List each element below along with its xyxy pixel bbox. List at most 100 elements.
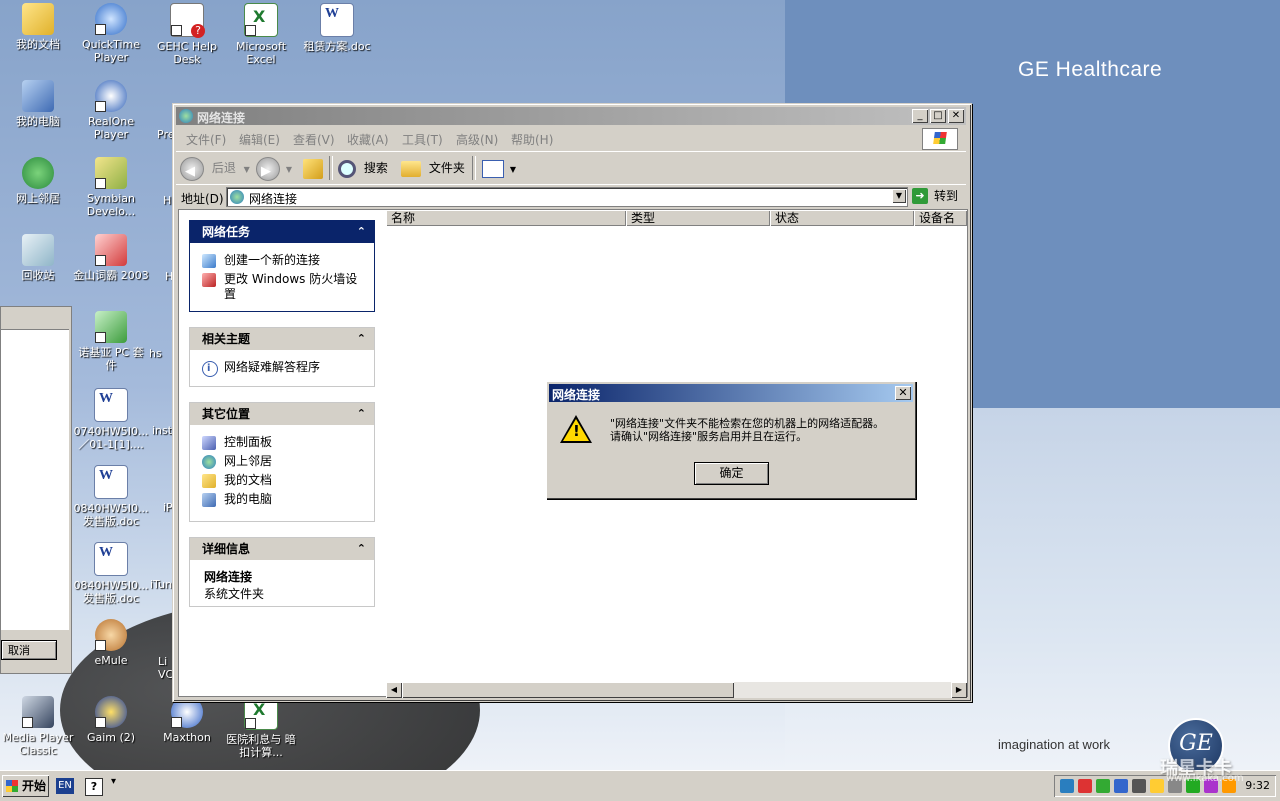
windows-flag-icon — [6, 780, 18, 792]
clock[interactable]: 9:32 — [1245, 779, 1270, 792]
address-label: 地址(D) — [181, 192, 224, 206]
desktop-icon-lease-doc[interactable]: 租赁方案.doc — [299, 3, 375, 53]
my-computer-icon — [202, 493, 216, 507]
menu-help[interactable]: 帮助(H) — [511, 131, 553, 148]
menu-view[interactable]: 查看(V) — [293, 131, 335, 148]
place-label: 我的电脑 — [224, 492, 273, 506]
desktop-icon-symbian[interactable]: Symbian Develo... — [73, 157, 149, 218]
other-places-header[interactable]: 其它位置 ⌃ — [190, 403, 374, 425]
language-indicator[interactable]: EN — [56, 778, 74, 794]
tray-app-icon[interactable] — [1114, 779, 1128, 793]
column-header-name[interactable]: 名称 — [386, 210, 626, 226]
place-network-neighborhood[interactable]: 网上邻居 — [202, 454, 366, 469]
desktop-icon-emule[interactable]: eMule — [73, 619, 149, 667]
word-doc-icon — [320, 3, 354, 37]
desktop-icon-my-computer[interactable]: 我的电脑 — [0, 80, 76, 128]
desktop-icon-network-places[interactable]: 网上邻居 — [0, 157, 76, 205]
start-label: 开始 — [22, 779, 47, 793]
forward-button[interactable]: ▶ ▼ — [256, 156, 292, 181]
network-tasks-panel: 网络任务 ⌃ 创建一个新的连接 更改 Windows 防火墙设置 — [189, 220, 375, 312]
desktop-icon-excel[interactable]: Microsoft Excel — [223, 3, 299, 66]
menu-tools[interactable]: 工具(T) — [402, 131, 443, 148]
scroll-left-button[interactable]: ◀ — [386, 682, 402, 698]
task-firewall-settings[interactable]: 更改 Windows 防火墙设置 — [202, 272, 366, 302]
task-create-connection[interactable]: 创建一个新的连接 — [202, 253, 366, 268]
ok-button[interactable]: 确定 — [694, 462, 769, 485]
search-button[interactable]: 搜索 — [338, 156, 388, 180]
desktop-icon-quicktime[interactable]: QuickTime Player — [73, 3, 149, 64]
tray-antivirus-icon[interactable] — [1078, 779, 1092, 793]
firewall-icon — [202, 273, 216, 287]
column-header-status[interactable]: 状态 — [770, 210, 914, 226]
folders-button[interactable]: 文件夹 — [401, 156, 465, 180]
place-control-panel[interactable]: 控制面板 — [202, 435, 366, 450]
desktop-icon-gaim[interactable]: Gaim (2) — [73, 696, 149, 744]
maximize-button[interactable]: □ — [930, 109, 946, 123]
collapse-icon[interactable]: ⌃ — [357, 403, 366, 425]
desktop-icon-gehc-help-desk[interactable]: GEHC Help Desk — [149, 3, 225, 66]
tray-app-icon[interactable] — [1132, 779, 1146, 793]
collapse-icon[interactable]: ⌃ — [357, 538, 366, 560]
scroll-thumb[interactable] — [402, 682, 734, 698]
related-topics-header[interactable]: 相关主题 ⌃ — [190, 328, 374, 350]
collapse-icon[interactable]: ⌃ — [357, 221, 366, 243]
desktop-icon-media-player-classic[interactable]: Media Player Classic — [0, 696, 76, 757]
details-header[interactable]: 详细信息 ⌃ — [190, 538, 374, 560]
desktop-icon-recycle-bin[interactable]: 回收站 — [0, 234, 76, 282]
desktop-icon-doc-0740[interactable]: 0740HW5I0... ／01-1[1].... — [73, 388, 149, 451]
dialog-title-bar[interactable]: 网络连接 ✕ — [549, 384, 913, 402]
desktop-icon-my-documents[interactable]: 我的文档 — [0, 3, 76, 51]
tray-app-icon[interactable] — [1096, 779, 1110, 793]
start-button[interactable]: 开始 — [2, 775, 49, 797]
menu-file[interactable]: 文件(F) — [186, 131, 226, 148]
column-header-device[interactable]: 设备名 — [914, 210, 967, 226]
input-method-icon[interactable]: ▾ — [111, 776, 116, 787]
desktop-icon-hospital-interest[interactable]: 医院利息与 暗扣计算... — [223, 696, 299, 759]
task-network-troubleshooter[interactable]: 网络疑难解答程序 — [202, 360, 366, 377]
minimize-button[interactable]: _ — [912, 109, 928, 123]
background-cancel-button[interactable]: 取消 — [1, 640, 57, 660]
close-button[interactable]: ✕ — [948, 109, 964, 123]
error-dialog[interactable]: 网络连接 ✕ ! "网络连接"文件夹不能检索在您的机器上的网络适配器。 请确认"… — [546, 381, 916, 499]
address-dropdown-button[interactable]: ▼ — [892, 189, 906, 203]
collapse-icon[interactable]: ⌃ — [357, 328, 366, 350]
menu-favorites[interactable]: 收藏(A) — [347, 131, 389, 148]
desktop-icon-doc-0840-b[interactable]: 0840HW5I0... 发售版.doc — [73, 542, 149, 605]
menu-edit[interactable]: 编辑(E) — [239, 131, 280, 148]
dialog-close-button[interactable]: ✕ — [895, 386, 911, 400]
desktop-icon-doc-0840-a[interactable]: 0840HW5I0... 发售版.doc — [73, 465, 149, 528]
scroll-right-button[interactable]: ▶ — [951, 682, 967, 698]
other-places-panel: 其它位置 ⌃ 控制面板 网上邻居 我的文档 我的电脑 — [189, 402, 375, 522]
address-field[interactable]: 网络连接 ▼ — [226, 187, 908, 207]
network-places-icon — [22, 157, 54, 189]
window-title-bar[interactable]: 网络连接 _ □ ✕ — [176, 107, 966, 125]
other-places-title: 其它位置 — [202, 407, 251, 421]
go-button[interactable]: ➜ 转到 — [910, 186, 958, 206]
tray-network-icon[interactable] — [1060, 779, 1074, 793]
details-name: 网络连接 — [204, 570, 253, 584]
desktop-icon-nokia-pc-suite[interactable]: 诺基亚 PC 套件 — [73, 311, 149, 372]
watermark-url: www.ikaka.com — [1166, 773, 1244, 784]
desktop-icon-label: 0840HW5I0... 发售版.doc — [73, 579, 149, 605]
network-places-icon — [202, 455, 216, 469]
menu-advanced[interactable]: 高级(N) — [456, 131, 498, 148]
place-my-computer[interactable]: 我的电脑 — [202, 492, 366, 507]
tray-app-icon[interactable] — [1150, 779, 1164, 793]
views-button[interactable]: ▼ — [482, 156, 516, 180]
desktop-icon-label: Gaim (2) — [86, 731, 136, 744]
desktop-icon-label: GEHC Help Desk — [156, 40, 217, 66]
column-header-type[interactable]: 类型 — [626, 210, 770, 226]
place-my-documents[interactable]: 我的文档 — [202, 473, 366, 488]
back-button[interactable]: ◀ 后退 ▼ — [180, 156, 250, 181]
up-folder-button[interactable] — [303, 156, 323, 180]
network-tasks-header[interactable]: 网络任务 ⌃ — [190, 221, 374, 243]
help-icon[interactable]: ? — [85, 778, 103, 796]
horizontal-scrollbar[interactable]: ◀ ▶ — [386, 682, 967, 698]
folders-icon — [401, 160, 421, 177]
desktop-icon-jinshan[interactable]: 金山词霸 2003 — [73, 234, 149, 282]
task-pane: 网络任务 ⌃ 创建一个新的连接 更改 Windows 防火墙设置 相关主题 ⌃ … — [179, 210, 384, 696]
desktop-icon-label: 回收站 — [21, 269, 55, 282]
desktop-icon-realone[interactable]: RealOne Player — [73, 80, 149, 141]
desktop-icon-maxthon[interactable]: Maxthon — [149, 696, 225, 744]
desktop-icon-label: 我的文档 — [16, 38, 60, 51]
